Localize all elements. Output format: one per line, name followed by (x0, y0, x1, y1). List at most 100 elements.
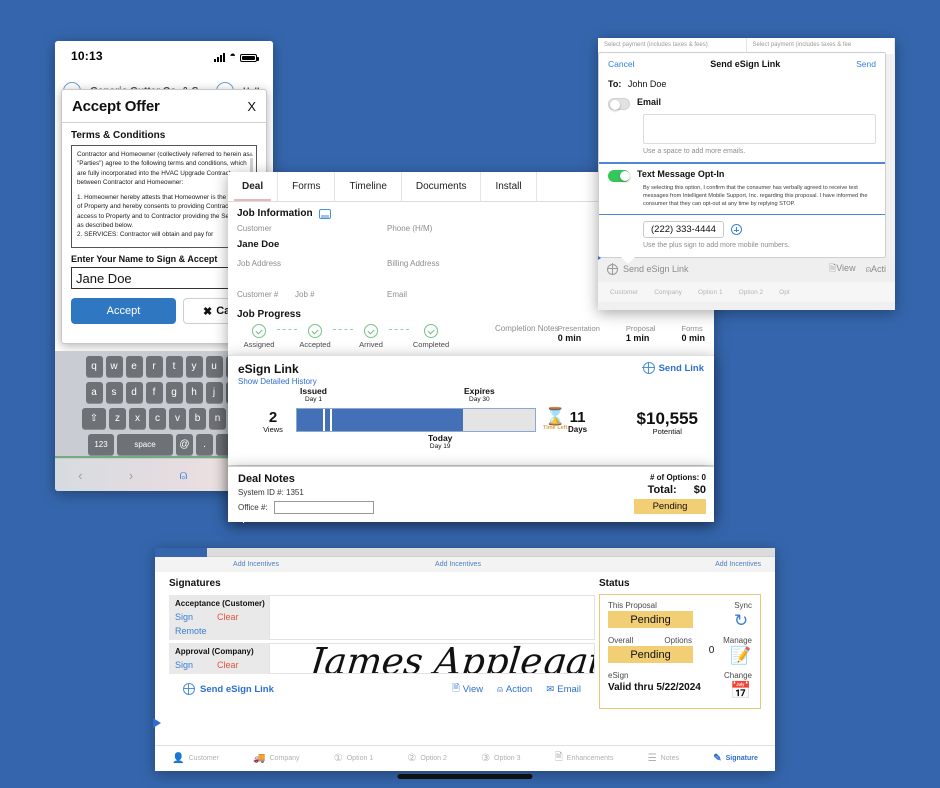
customer-clear-link[interactable]: Clear (217, 612, 239, 622)
customer-sign-link[interactable]: Sign (175, 612, 193, 622)
email-input[interactable] (643, 114, 876, 144)
bg-tab-company[interactable]: Company (654, 289, 682, 296)
send-esign-link-button[interactable]: Send eSign Link (182, 682, 274, 695)
system-id-label: System ID #: (238, 488, 284, 497)
tab-install[interactable]: Install (481, 172, 537, 201)
key-v[interactable]: v (169, 408, 186, 429)
key-y[interactable]: y (185, 356, 203, 377)
tab-documents[interactable]: Documents (402, 172, 482, 201)
tab-option-3[interactable]: ③ Option 3 (481, 753, 520, 764)
terms-heading: Terms & Conditions (71, 130, 166, 141)
tab-deal[interactable]: Deal (228, 172, 279, 201)
key-x[interactable]: x (129, 408, 146, 429)
numbers-key[interactable]: 123 (88, 434, 114, 455)
esign-link-card: eSign Link Show Detailed History Send Li… (228, 355, 714, 465)
key-w[interactable]: w (105, 356, 123, 377)
document-actions: 🗎 View ⍝ Action ✉ Email (452, 681, 581, 697)
signature-block-company: Approval (Company) Sign Clear James Appl… (169, 643, 595, 674)
tab-customer[interactable]: 👤 Customer (172, 753, 219, 764)
accept-button[interactable]: Accept (71, 298, 176, 324)
sync-icon[interactable]: ↻ (730, 610, 752, 632)
bg-tab-customer[interactable]: Customer (610, 289, 638, 296)
space-key[interactable]: space (117, 434, 173, 455)
calendar-icon[interactable]: 📅 (730, 680, 752, 702)
tab-notes[interactable]: ☰ Notes (648, 753, 679, 764)
key-q[interactable]: q (85, 356, 103, 377)
key-s[interactable]: s (105, 382, 123, 403)
send-button[interactable]: Send (856, 59, 876, 69)
key-j[interactable]: j (205, 382, 223, 403)
action-action[interactable]: ⍝Acti (866, 264, 886, 275)
email-toggle[interactable] (608, 98, 630, 110)
sms-optin-description: By selecting this option, I confirm that… (643, 184, 868, 208)
at-key[interactable]: @ (176, 434, 193, 455)
cancel-button[interactable]: Cancel (608, 59, 634, 69)
tab-label: Company (269, 755, 300, 762)
company-clear-link[interactable]: Clear (217, 660, 239, 670)
bg-tab-option-1[interactable]: Option 1 (698, 289, 723, 296)
key-z[interactable]: z (109, 408, 126, 429)
add-incentives-1[interactable]: Add Incentives (155, 561, 357, 568)
key-h[interactable]: h (185, 382, 203, 403)
close-icon[interactable]: X (247, 99, 256, 114)
step-label: Arrived (359, 340, 383, 349)
view-action[interactable]: 🗎View (829, 261, 856, 277)
key-e[interactable]: e (125, 356, 143, 377)
sms-optin-toggle[interactable] (608, 169, 630, 182)
tab-option-1[interactable]: ① Option 1 (334, 753, 373, 764)
key-n[interactable]: n (209, 408, 226, 429)
key-f[interactable]: f (145, 382, 163, 403)
progress-step-arrived: Arrived (349, 324, 393, 349)
tab-option-2[interactable]: ② Option 2 (407, 753, 446, 764)
company-signature-canvas[interactable]: James Applegate (269, 643, 595, 674)
customer-signature-canvas[interactable] (269, 595, 595, 640)
action-button[interactable]: ⍝ Action (497, 684, 532, 695)
this-proposal-badge: Pending (608, 611, 693, 628)
key-t[interactable]: t (165, 356, 183, 377)
company-sign-link[interactable]: Sign (175, 660, 193, 670)
esign-card-header: eSign Link Show Detailed History Send Li… (228, 356, 714, 386)
add-number-icon[interactable] (730, 224, 742, 236)
email-button[interactable]: ✉ Email (546, 684, 581, 695)
key-u[interactable]: u (205, 356, 223, 377)
period-key[interactable]: . (196, 434, 213, 455)
background-send-esign-link[interactable]: Send eSign Link (606, 263, 689, 275)
tab-signature[interactable]: ✎ Signature (713, 753, 758, 764)
timing-label: Proposal (625, 324, 656, 333)
options-label: Options (664, 636, 692, 645)
tab-label: Enhancements (566, 755, 614, 762)
expand-panel-icon[interactable] (318, 208, 331, 219)
customer-remote-link[interactable]: Remote (175, 626, 269, 636)
office-number-input[interactable] (273, 501, 374, 514)
view-button[interactable]: 🗎 View (452, 681, 483, 697)
status-heading: Status (599, 578, 630, 589)
tab-company[interactable]: 🚚 Company (253, 753, 299, 764)
add-incentives-3[interactable]: Add Incentives (559, 561, 775, 568)
tab-timeline[interactable]: Timeline (335, 172, 402, 201)
forward-chevron-icon[interactable]: › (129, 468, 133, 483)
view-tick-1 (323, 409, 325, 431)
mobile-number-input[interactable]: (222) 333-4444 (643, 221, 724, 239)
key-a[interactable]: a (85, 382, 103, 403)
send-link-button[interactable]: Send Link (642, 361, 704, 374)
manage-icon[interactable]: 📝 (730, 645, 752, 667)
add-incentives-2[interactable]: Add Incentives (357, 561, 559, 568)
pointer-arrow-icon (153, 718, 161, 728)
shift-key[interactable]: ⇧ (82, 408, 106, 429)
tab-forms[interactable]: Forms (278, 172, 336, 201)
show-detailed-history-link[interactable]: Show Detailed History (238, 377, 317, 386)
key-b[interactable]: b (189, 408, 206, 429)
key-r[interactable]: r (145, 356, 163, 377)
key-d[interactable]: d (125, 382, 143, 403)
share-icon[interactable]: ⍝ (180, 467, 188, 483)
bg-tab-option-3[interactable]: Opt (779, 289, 789, 296)
bg-tab-option-2[interactable]: Option 2 (739, 289, 764, 296)
key-c[interactable]: c (149, 408, 166, 429)
back-chevron-icon[interactable]: ‹ (78, 468, 82, 483)
key-g[interactable]: g (165, 382, 183, 403)
tab-label: Customer (188, 755, 219, 762)
timing-columns: Presentation 0 min Proposal 1 min Forms … (558, 324, 705, 343)
expires-marker: Expires Day 30 (464, 386, 495, 403)
overall-label: Overall (608, 636, 634, 645)
tab-enhancements[interactable]: 🗎 Enhancements (555, 750, 614, 767)
